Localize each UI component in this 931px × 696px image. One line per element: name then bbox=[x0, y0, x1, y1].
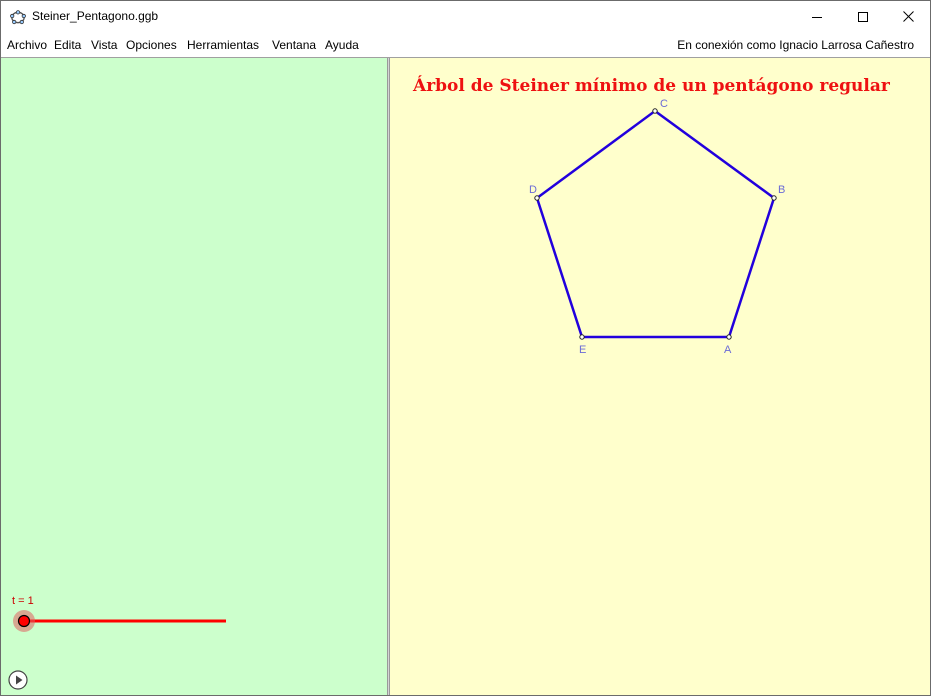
title-bar: Steiner_Pentagono.ggb bbox=[1, 1, 930, 32]
login-status[interactable]: En conexión como Ignacio Larrosa Cañestr… bbox=[677, 38, 914, 52]
slider-handle[interactable] bbox=[17, 614, 31, 628]
menu-opciones[interactable]: Opciones bbox=[126, 38, 177, 52]
point-e[interactable] bbox=[579, 334, 585, 340]
menu-edita[interactable]: Edita bbox=[54, 38, 81, 52]
geometry-canvas[interactable]: A B C D E bbox=[390, 58, 930, 695]
point-label-c: C bbox=[660, 98, 668, 110]
menu-archivo[interactable]: Archivo bbox=[7, 38, 47, 52]
geogebra-logo-icon bbox=[10, 10, 26, 25]
point-d[interactable] bbox=[534, 195, 540, 201]
graphics-view[interactable]: Árbol de Steiner mínimo de un pentágono … bbox=[390, 58, 930, 695]
close-icon bbox=[902, 11, 914, 22]
close-button[interactable] bbox=[885, 1, 931, 32]
maximize-icon bbox=[858, 11, 868, 22]
menu-bar: Archivo Edita Vista Opciones Herramienta… bbox=[1, 32, 930, 56]
point-label-b: B bbox=[778, 184, 785, 196]
app-window: Steiner_Pentagono.ggb Archivo Edita Vist… bbox=[0, 0, 931, 696]
minimize-button[interactable] bbox=[794, 1, 840, 32]
menu-ayuda[interactable]: Ayuda bbox=[325, 38, 359, 52]
play-button[interactable] bbox=[8, 670, 28, 690]
menu-herramientas[interactable]: Herramientas bbox=[187, 38, 259, 52]
point-a[interactable] bbox=[726, 334, 732, 340]
window-title: Steiner_Pentagono.ggb bbox=[32, 9, 159, 23]
menu-ventana[interactable]: Ventana bbox=[272, 38, 316, 52]
point-label-e: E bbox=[579, 344, 586, 356]
menu-vista[interactable]: Vista bbox=[91, 38, 117, 52]
point-b[interactable] bbox=[771, 195, 777, 201]
slider-t[interactable] bbox=[1, 606, 241, 636]
maximize-button[interactable] bbox=[840, 1, 886, 32]
minimize-icon bbox=[812, 16, 822, 18]
point-label-a: A bbox=[724, 344, 732, 356]
point-label-d: D bbox=[529, 184, 537, 196]
algebra-view[interactable]: t = 1 bbox=[1, 58, 387, 695]
point-c[interactable] bbox=[652, 108, 658, 114]
regular-pentagon[interactable] bbox=[535, 109, 776, 339]
